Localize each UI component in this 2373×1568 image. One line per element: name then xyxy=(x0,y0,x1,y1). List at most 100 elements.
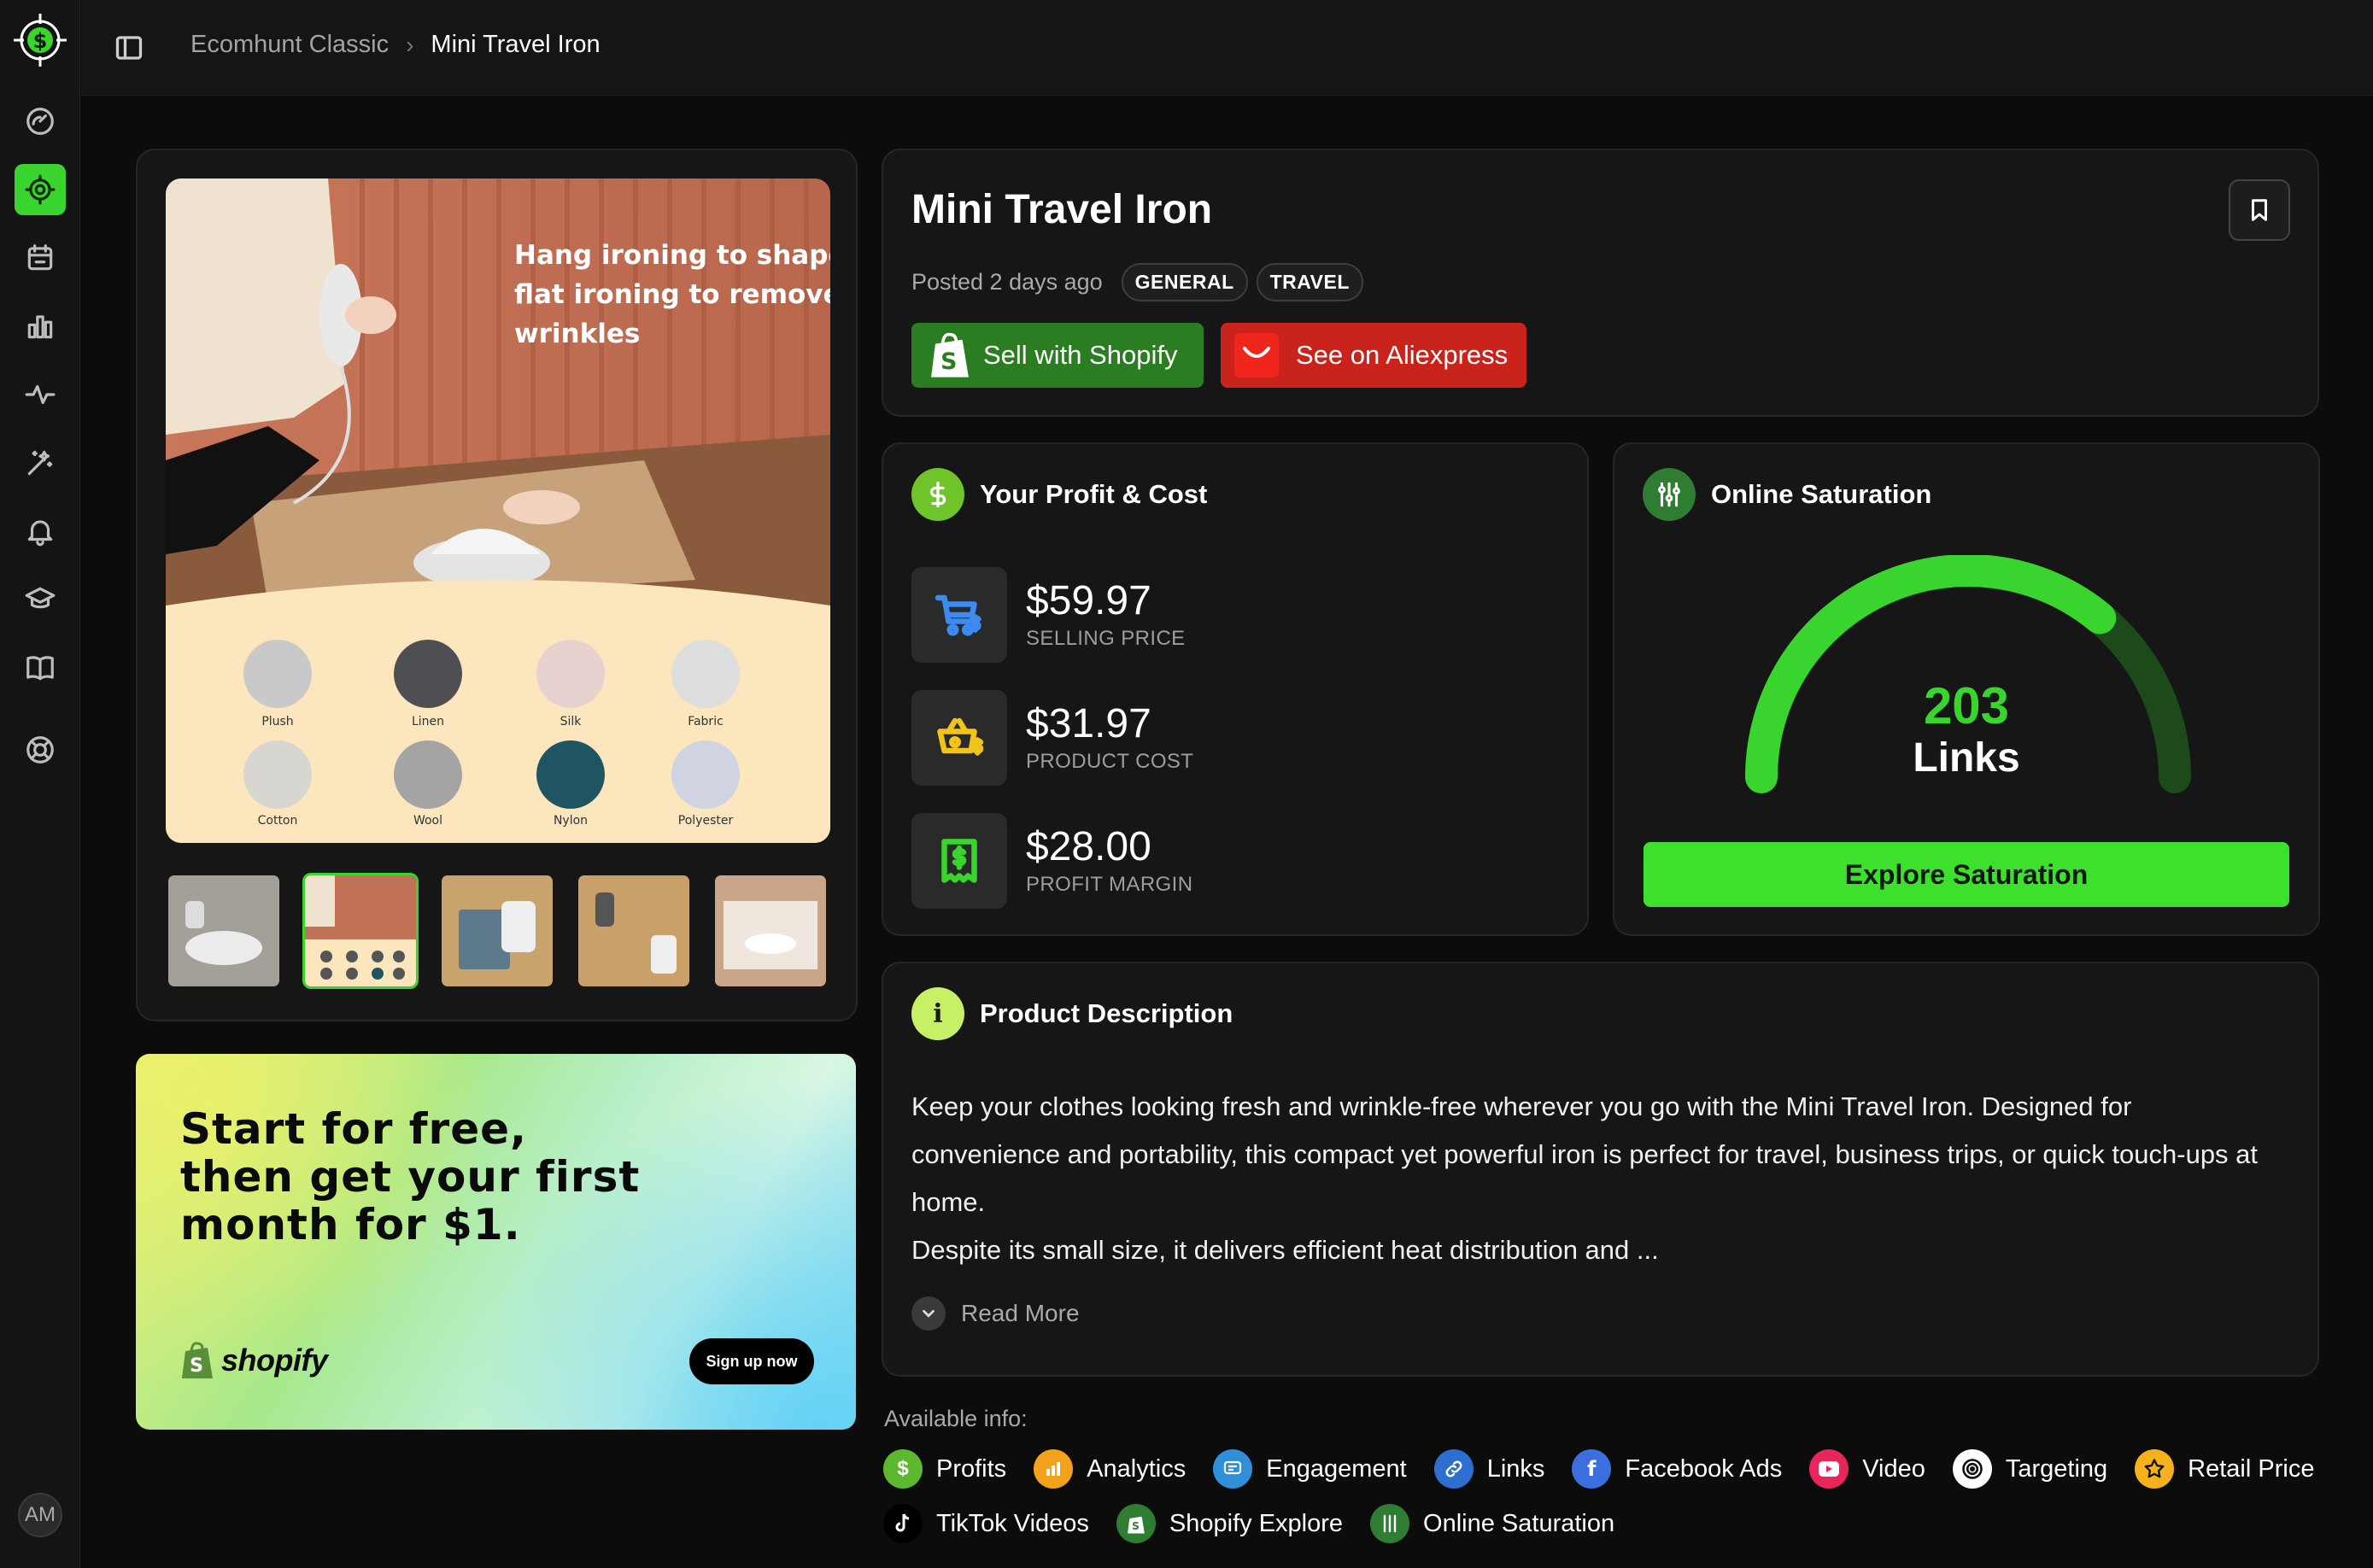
sign-up-button[interactable]: Sign up now xyxy=(689,1338,814,1384)
description-heading-row: i Product Description xyxy=(911,987,1233,1040)
saturation-value: 203 xyxy=(1923,677,2010,734)
shopify-bag-icon: S xyxy=(182,1342,213,1378)
dashboard-gauge-icon xyxy=(26,108,54,135)
info-chip-facebook-ads: f Facebook Ads xyxy=(1572,1448,1782,1489)
nav-support[interactable] xyxy=(15,724,66,775)
svg-text:S: S xyxy=(190,1355,203,1377)
info-chip-targeting: Targeting xyxy=(1952,1448,2108,1489)
info-chip-label: Shopify Explore xyxy=(1169,1509,1344,1537)
description-text: Keep your clothes looking fresh and wrin… xyxy=(911,1083,2283,1274)
info-chip-label: Profits xyxy=(936,1454,1007,1483)
star-icon xyxy=(2135,1449,2175,1489)
receipt-dollar-icon xyxy=(911,813,1007,909)
shopify-logo: S shopify xyxy=(180,1341,328,1380)
description-heading: Product Description xyxy=(980,998,1233,1028)
activity-icon xyxy=(25,384,56,405)
metric-product-cost: $31.97 PRODUCT COST xyxy=(911,690,1193,786)
product-header-card: Mini Travel Iron Posted 2 days ago GENER… xyxy=(882,149,2319,417)
sidebar-toggle-icon[interactable] xyxy=(114,32,144,63)
svg-text:Fabric: Fabric xyxy=(688,715,724,728)
saturation-sliders-icon xyxy=(1643,468,1696,521)
info-chip-label: Analytics xyxy=(1087,1454,1186,1483)
nav-courses[interactable] xyxy=(15,574,66,625)
read-more-label: Read More xyxy=(961,1300,1080,1326)
ecomhunt-logo-icon[interactable]: $ xyxy=(12,12,68,68)
tag-travel[interactable]: TRAVEL xyxy=(1256,263,1363,301)
nav-ai-tools[interactable] xyxy=(15,437,66,489)
product-gallery: Hang ironing to shape, flat ironing to r… xyxy=(136,149,858,1021)
svg-text:S: S xyxy=(940,348,957,375)
profit-heading-row: Your Profit & Cost xyxy=(911,468,1207,521)
engagement-icon xyxy=(1213,1449,1253,1489)
shopify-bag-icon: S xyxy=(931,332,969,377)
nav-analytics[interactable] xyxy=(15,301,66,352)
info-chip-label: Retail Price xyxy=(2188,1454,2315,1483)
svg-text:S: S xyxy=(1132,1520,1140,1532)
available-info-list: $ Profits Analytics Engagement Links f F… xyxy=(883,1448,2352,1544)
info-chip-label: TikTok Videos xyxy=(936,1509,1089,1537)
available-info-title: Available info: xyxy=(884,1406,1028,1431)
nav-calendar[interactable] xyxy=(15,232,66,284)
basket-dollar-icon xyxy=(911,690,1007,786)
magic-wand-icon xyxy=(27,450,53,476)
thumbnail[interactable] xyxy=(576,873,692,989)
saturation-heading: Online Saturation xyxy=(1711,479,1932,509)
nav-product-research[interactable] xyxy=(15,164,66,215)
nav-notifications[interactable] xyxy=(15,506,66,557)
tiktok-icon xyxy=(883,1504,923,1543)
info-chip-retail-price: Retail Price xyxy=(2135,1448,2314,1489)
nav-library[interactable] xyxy=(15,642,66,693)
svg-text:Cotton: Cotton xyxy=(258,814,298,828)
thumbnail[interactable] xyxy=(439,873,555,989)
nav-dashboard[interactable] xyxy=(15,96,66,147)
read-more-button[interactable]: Read More xyxy=(911,1296,1080,1331)
thumbnail[interactable] xyxy=(166,873,282,989)
profit-cost-card: Your Profit & Cost $59.97 SELLING PRICE … xyxy=(882,442,1589,936)
tag-general[interactable]: GENERAL xyxy=(1121,263,1248,301)
info-chip-label: Targeting xyxy=(2005,1454,2108,1483)
see-on-aliexpress-button[interactable]: See on Aliexpress xyxy=(1221,323,1526,388)
breadcrumb: Ecomhunt Classic › Mini Travel Iron xyxy=(190,31,601,59)
youtube-icon xyxy=(1809,1449,1849,1489)
product-cost-value: $31.97 xyxy=(1026,700,1151,746)
nav-activity[interactable] xyxy=(15,369,66,420)
graduation-cap-icon xyxy=(25,587,56,609)
target-icon xyxy=(25,174,56,205)
saturation-unit: Links xyxy=(1913,735,2020,781)
info-chip-label: Engagement xyxy=(1266,1454,1407,1483)
info-chip-analytics: Analytics xyxy=(1034,1448,1186,1489)
info-chip-links: Links xyxy=(1433,1448,1544,1489)
svg-text:Polyester: Polyester xyxy=(678,814,734,828)
explore-saturation-button[interactable]: Explore Saturation xyxy=(1644,842,2289,907)
profit-heading: Your Profit & Cost xyxy=(980,479,1208,509)
info-chip-engagement: Engagement xyxy=(1213,1448,1407,1489)
bookmark-button[interactable] xyxy=(2229,179,2290,241)
info-chip-tiktok-videos: TikTok Videos xyxy=(883,1503,1089,1544)
main-product-image[interactable]: Hang ironing to shape, flat ironing to r… xyxy=(166,178,830,843)
info-chip-label: Online Saturation xyxy=(1423,1509,1615,1537)
saturation-icon xyxy=(1370,1504,1410,1543)
avatar[interactable]: AM xyxy=(18,1493,62,1537)
breadcrumb-parent[interactable]: Ecomhunt Classic xyxy=(190,31,389,59)
shopify-promo-banner[interactable]: Start for free, then get your first mont… xyxy=(136,1054,856,1430)
lifebuoy-icon xyxy=(26,736,54,764)
topbar: Ecomhunt Classic › Mini Travel Iron xyxy=(81,0,2373,96)
see-on-aliexpress-label: See on Aliexpress xyxy=(1296,340,1509,370)
dollar-icon: $ xyxy=(883,1449,923,1489)
posted-row: Posted 2 days ago GENERAL TRAVEL xyxy=(911,263,1363,301)
product-cost-label: PRODUCT COST xyxy=(1026,750,1194,774)
svg-text:Linen: Linen xyxy=(412,715,444,728)
info-icon: i xyxy=(911,987,964,1040)
analytics-icon xyxy=(1034,1449,1074,1489)
chevron-down-icon xyxy=(911,1296,946,1331)
thumbnail-strip xyxy=(166,873,829,989)
thumbnail[interactable] xyxy=(712,873,829,989)
page-title: Mini Travel Iron xyxy=(911,187,1213,232)
thumbnail-active[interactable] xyxy=(302,873,419,989)
promo-title: Start for free, then get your first mont… xyxy=(180,1104,641,1249)
svg-text:Wool: Wool xyxy=(413,814,442,828)
sell-with-shopify-button[interactable]: S Sell with Shopify xyxy=(911,323,1204,388)
posted-date: Posted 2 days ago xyxy=(911,269,1103,295)
svg-text:Nylon: Nylon xyxy=(554,814,588,828)
selling-price-label: SELLING PRICE xyxy=(1026,627,1186,651)
